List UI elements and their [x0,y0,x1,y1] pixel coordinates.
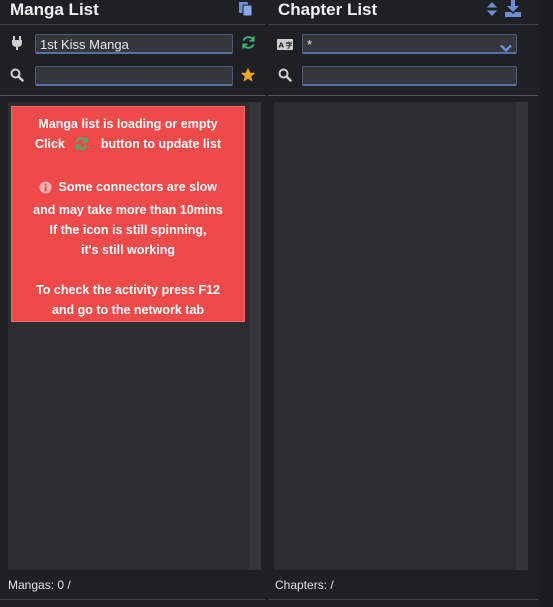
chevron-down-icon [500,39,512,59]
language-select[interactable]: * [302,34,517,54]
manga-count: Mangas: 0 / [8,578,71,592]
manga-list-title: Manga List [10,0,99,19]
copy-icon[interactable] [238,1,254,22]
refresh-icon [74,136,89,157]
search-icon [278,68,292,82]
notice-text: Some connectors are slow [58,180,217,194]
download-icon[interactable] [504,0,522,22]
chapter-count: Chapters: / [275,578,334,592]
info-icon [39,180,52,200]
star-icon[interactable] [240,67,256,82]
svg-text:A: A [279,42,285,50]
manga-list-header: Manga List [0,0,266,25]
language-select-value: * [307,37,313,52]
manga-search-input[interactable] [35,66,233,86]
divider [0,95,266,96]
svg-text:字: 字 [286,41,293,50]
notice-line: If the icon is still spinning, [49,223,207,237]
manga-list-scrollbar[interactable] [249,102,261,570]
divider [0,599,266,600]
chapter-list-panel: Chapter List A 字 * Chapters: / [268,0,538,607]
chapter-list-title: Chapter List [278,0,378,19]
divider [268,95,538,96]
chapter-list-scrollbar[interactable] [516,102,528,570]
empty-list-notice: Manga list is loading or empty Click but… [11,106,245,322]
chapter-list[interactable] [274,102,528,570]
window-edge [540,0,553,607]
connector-select[interactable]: 1st Kiss Manga [35,34,233,54]
chapter-search-row [268,61,538,91]
manga-list-panel: Manga List 1st Kiss Manga Manga list is … [0,0,266,607]
divider [268,599,538,600]
notice-line: and may take more than 10mins [33,203,223,217]
notice-text: Click [35,137,65,151]
plug-icon [10,36,24,50]
connector-row: 1st Kiss Manga [0,29,266,59]
notice-line: Click button to update list [12,134,244,157]
notice-line: To check the activity press F12 [36,283,220,297]
refresh-icon[interactable] [241,35,255,49]
search-icon [10,68,24,82]
language-icon: A 字 [277,37,293,51]
notice-line: and go to the network tab [51,303,205,317]
chapter-list-header: Chapter List [268,0,538,25]
sort-icon[interactable] [486,1,498,22]
notice-line: Manga list is loading or empty [38,117,218,131]
notice-line: Some connectors are slow [12,177,244,200]
language-row: A 字 * [268,29,538,59]
chapter-search-input[interactable] [302,66,517,86]
notice-line: it's still working [81,243,175,257]
manga-search-row [0,61,266,91]
notice-text: button to update list [100,137,221,151]
